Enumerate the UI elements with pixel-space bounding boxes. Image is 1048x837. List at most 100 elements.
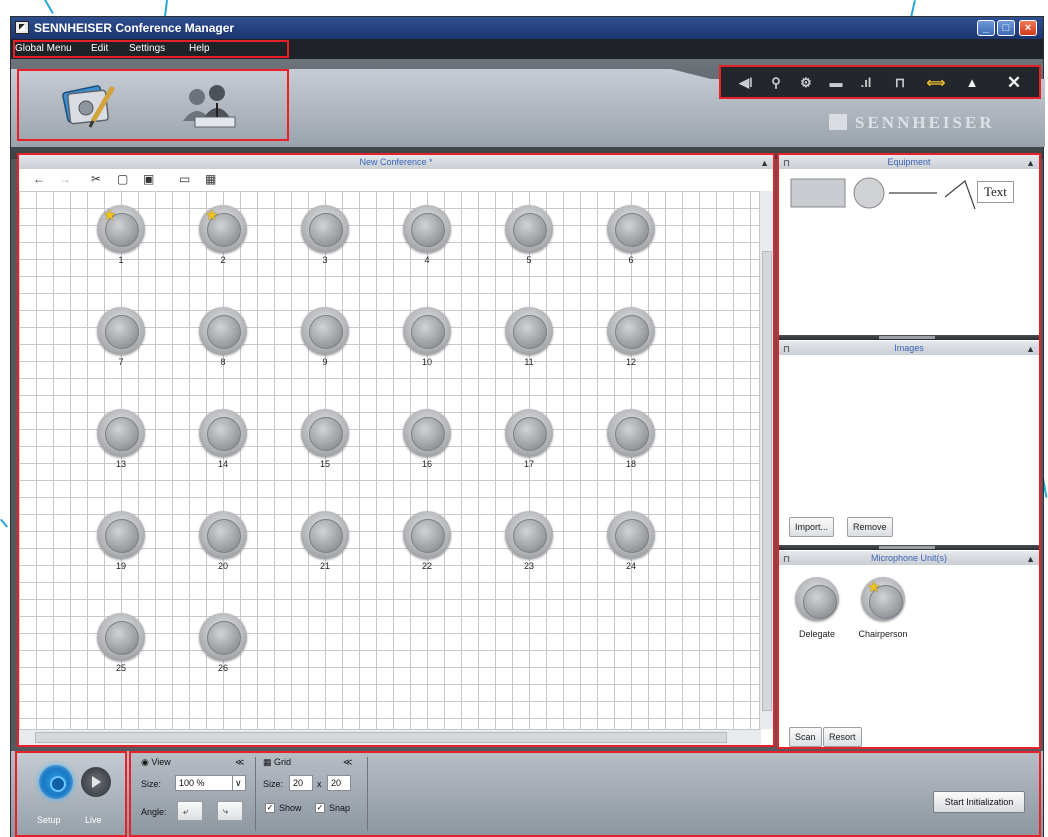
link-icon[interactable]: ⟺: [925, 73, 947, 93]
collapse-icon[interactable]: ▲: [1026, 342, 1035, 356]
panel-splitter[interactable]: [779, 545, 1039, 550]
microphone-seat[interactable]: [97, 409, 145, 457]
microphone-seat[interactable]: [403, 205, 451, 253]
microphone-seat[interactable]: [403, 511, 451, 559]
pin-icon[interactable]: ⊓: [783, 552, 790, 566]
vertical-scrollbar[interactable]: [759, 191, 773, 729]
close-icon[interactable]: ✕: [1003, 73, 1025, 93]
microphone-seat[interactable]: [301, 307, 349, 355]
volume-icon[interactable]: ◀ǀ: [735, 73, 757, 93]
menu-help[interactable]: Help: [189, 43, 210, 54]
horizontal-scroll-thumb[interactable]: [35, 732, 727, 743]
microphone-seat[interactable]: [403, 307, 451, 355]
chair-star-icon: ★: [103, 207, 117, 224]
microphone-seat[interactable]: [301, 409, 349, 457]
bring-front-icon[interactable]: ▭: [179, 172, 190, 186]
horizontal-scrollbar[interactable]: [19, 729, 761, 745]
callout-line-menu: [44, 0, 54, 14]
zoom-select[interactable]: 100 %: [175, 775, 233, 791]
microphone-seat[interactable]: [199, 409, 247, 457]
microphone-seat[interactable]: [607, 205, 655, 253]
delegate-unit[interactable]: [795, 577, 839, 621]
rotate-left-button[interactable]: ⤶: [177, 801, 203, 821]
seat-number: 15: [319, 459, 330, 469]
menu-global[interactable]: Global Menu: [15, 43, 72, 54]
microphone-seat[interactable]: [97, 307, 145, 355]
chevron-down-icon[interactable]: ∨: [232, 775, 246, 791]
collapse-icon[interactable]: ▲: [760, 156, 769, 170]
sennheiser-logo-icon: [15, 21, 29, 34]
group-divider: [367, 757, 368, 831]
snap-grid-checkbox[interactable]: ✓: [315, 803, 325, 813]
minimize-button[interactable]: _: [977, 20, 995, 36]
panel-splitter[interactable]: [779, 335, 1039, 340]
redo-icon[interactable]: →: [59, 172, 71, 186]
live-mode-button[interactable]: [81, 767, 111, 797]
settings-icon[interactable]: ⚙: [795, 73, 817, 93]
microphone-seat[interactable]: [301, 511, 349, 559]
search-icon[interactable]: ⚲: [765, 73, 787, 93]
collapse-icon[interactable]: ▲: [1026, 552, 1035, 566]
brand-text: SENNHEISER: [855, 113, 995, 132]
close-button[interactable]: ×: [1019, 20, 1037, 36]
microphone-seat[interactable]: [505, 205, 553, 253]
microphone-seat[interactable]: [199, 613, 247, 661]
battery-icon[interactable]: ▬: [825, 73, 847, 93]
microphone-seat[interactable]: [607, 307, 655, 355]
microphone-seat[interactable]: ★: [97, 205, 145, 253]
scan-button[interactable]: Scan: [789, 727, 822, 747]
resort-button[interactable]: Resort: [823, 727, 862, 747]
import-button[interactable]: Import...: [789, 517, 835, 537]
collapse-left-icon[interactable]: ≪: [235, 757, 244, 768]
signal-icon[interactable]: .ıl: [855, 73, 877, 93]
conference-design-icon[interactable]: [59, 79, 119, 131]
grid-width-field[interactable]: 20: [289, 775, 313, 791]
collapse-left-icon[interactable]: ≪: [343, 757, 352, 768]
vertical-scroll-thumb[interactable]: [762, 251, 772, 711]
group-divider: [255, 757, 256, 831]
microphone-seat[interactable]: [97, 511, 145, 559]
undo-icon[interactable]: ←: [33, 172, 45, 186]
setup-mode-button[interactable]: [39, 765, 73, 799]
copy-icon[interactable]: ▢: [117, 172, 128, 186]
microphone-seat[interactable]: [199, 511, 247, 559]
pin-icon[interactable]: ⊓: [783, 156, 790, 170]
participants-icon[interactable]: [179, 79, 239, 131]
menu-edit[interactable]: Edit: [91, 43, 108, 54]
operating-mode-switch: Setup Live: [15, 751, 127, 837]
callout-line-canvas: [0, 518, 8, 528]
microphone-seat[interactable]: [505, 307, 553, 355]
microphone-seat[interactable]: [97, 613, 145, 661]
paste-icon[interactable]: ▣: [143, 172, 154, 186]
text-tool[interactable]: Text: [977, 181, 1014, 203]
show-grid-checkbox[interactable]: ✓: [265, 803, 275, 813]
screenshot: SENNHEISER Conference Manager _ □ × Glob…: [0, 0, 1048, 837]
send-back-icon[interactable]: ▦: [205, 172, 216, 186]
sennheiser-emblem-icon: [829, 114, 847, 130]
menu-settings[interactable]: Settings: [129, 43, 165, 54]
microphone-seat[interactable]: ★: [199, 205, 247, 253]
seat-number: 19: [115, 561, 126, 571]
maximize-button[interactable]: □: [997, 20, 1015, 36]
rotate-right-button[interactable]: ⤷: [217, 801, 243, 821]
collapse-icon[interactable]: ▲: [1026, 156, 1035, 170]
microphone-seat[interactable]: [607, 511, 655, 559]
start-initialization-button[interactable]: Start Initialization: [933, 791, 1025, 813]
microphone-seat[interactable]: [505, 409, 553, 457]
microphone-seat[interactable]: [505, 511, 553, 559]
microphone-seat[interactable]: [199, 307, 247, 355]
warning-icon[interactable]: ▲: [961, 73, 983, 93]
grid-height-field[interactable]: 20: [327, 775, 351, 791]
microphone-seat[interactable]: [607, 409, 655, 457]
microphone-seat[interactable]: [301, 205, 349, 253]
remove-button[interactable]: Remove: [847, 517, 893, 537]
microphone-seat[interactable]: [403, 409, 451, 457]
cut-icon[interactable]: ✂: [91, 172, 101, 186]
microphone-units-panel: ⊓ Microphone Unit(s) ▲ Delegate ★ Chairp…: [779, 551, 1039, 747]
seating-grid[interactable]: ★ 1 ★ 2 3 4 5 6 7 8 9 10 11 12 13 14 15 16 17 18 19 20 21 22 23 2…: [19, 191, 761, 729]
pin-icon[interactable]: ⊓: [783, 342, 790, 356]
app-window: SENNHEISER Conference Manager _ □ × Glob…: [10, 16, 1045, 837]
seat-number: 16: [421, 459, 432, 469]
lock-icon[interactable]: ⊓: [889, 73, 911, 93]
chairperson-unit[interactable]: ★: [861, 577, 905, 621]
